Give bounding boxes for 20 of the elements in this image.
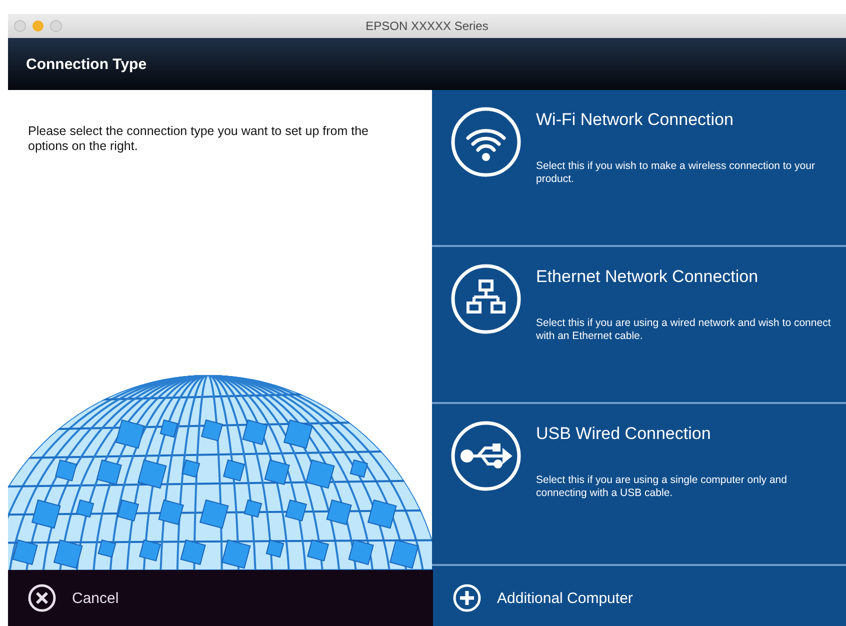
window-controls-icon[interactable] <box>14 20 64 32</box>
instruction-text: Please select the connection type you want to set up from the options on the right. <box>28 124 370 154</box>
option-description: Select this if you are using a wired network and wish to connect with an Ethernet cable. <box>536 317 832 343</box>
option-description: Select this if you are using a single computer only and connecting with a USB cable. <box>536 474 788 500</box>
plus-icon <box>453 584 481 612</box>
connection-option[interactable]: Ethernet Network Connection Select this if you are using a wired network and wish to connect with an Ethernet cable. <box>432 247 846 404</box>
wifi-icon <box>450 106 522 178</box>
connection-option[interactable]: Wi-Fi Network Connection Select this if you wish to make a wireless connection to your product. <box>432 90 846 247</box>
option-title: Wi-Fi Network Connection <box>536 110 734 130</box>
connection-option[interactable]: USB Wired Connection Select this if you are using a single computer only and connecting with a USB cable. <box>432 404 846 566</box>
close-icon <box>28 584 56 612</box>
usb-icon <box>450 420 522 492</box>
cancel-button[interactable]: Cancel <box>8 570 433 626</box>
additional-computer-button[interactable]: Additional Computer <box>433 570 846 626</box>
option-title: USB Wired Connection <box>536 424 712 444</box>
window-title: EPSON XXXXX Series <box>366 19 488 33</box>
option-title: Ethernet Network Connection <box>536 267 760 287</box>
option-description: Select this if you wish to make a wireless connection to your product. <box>536 160 816 186</box>
page-title: Connection Type <box>26 56 147 72</box>
network-icon <box>450 263 522 335</box>
